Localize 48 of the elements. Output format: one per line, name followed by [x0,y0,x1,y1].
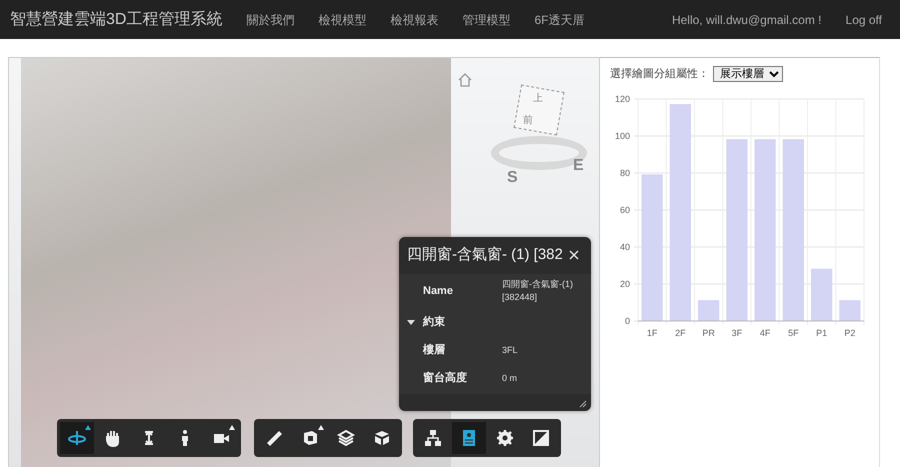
property-value: 四開窗-含氣窗-(1) [382448] [502,278,574,304]
gear-icon [495,428,515,448]
group-select[interactable]: 展示樓層 [713,66,783,82]
nav-link[interactable]: 檢視報表 [390,10,438,28]
compass-letter: E [573,156,584,176]
y-tick-label: 0 [624,316,630,326]
toolbar-button[interactable] [60,422,94,454]
property-value: 0 m [502,372,518,385]
nav-link[interactable]: 6F透天厝 [534,10,584,28]
y-tick-label: 40 [620,242,630,252]
log-off-link[interactable]: Log off [846,10,882,28]
group-label: 選擇繪圖分組屬性： [610,67,709,82]
cube-icon [372,428,392,448]
property-name: 窗台高度 [422,370,468,386]
y-tick-label: 80 [620,168,630,178]
home-icon[interactable] [457,72,473,88]
nav-link[interactable]: 檢視模型 [318,10,366,28]
x-tick-label: 3F [732,328,742,338]
model-viewer[interactable]: 上 前 S E 四開窗-含氣窗- (1) [382 Name 四開窗-含氣窗-(1) [382448] 約束 樓層 3FL 窗台高度 0 m [8,57,600,467]
toolbar-button[interactable] [452,422,486,454]
x-tick-label: 1F [646,328,658,338]
close-icon[interactable] [568,250,579,260]
fullscreen-icon [531,428,551,448]
panel-title: 四開窗-含氣窗- (1) [382 [406,245,564,265]
orbit-icon [67,428,87,448]
expand-arrow-icon[interactable] [407,318,415,326]
y-tick-label: 100 [614,130,630,140]
nav-link[interactable]: 管理模型 [462,10,510,28]
property-value: 3FL [502,344,519,357]
x-tick-label: 4F [760,328,770,338]
x-tick-label: 5F [788,328,799,338]
x-tick-label: P1 [816,328,828,338]
app-title[interactable]: 智慧營建雲端3D工程管理系統 [10,8,222,32]
property-name: 樓層 [422,342,446,358]
nav-link[interactable]: 關於我們 [246,10,294,28]
x-tick-label: P2 [844,328,856,338]
category-label[interactable]: 約束 [423,314,445,331]
user-greeting-link[interactable]: Hello, will.dwu@gmail.com ! [672,10,822,28]
x-tick-label: 2F [675,328,686,338]
compass-letter: S [507,168,518,188]
resize-handle-icon[interactable] [579,400,587,408]
y-tick-label: 120 [614,94,630,104]
y-tick-label: 20 [620,278,630,288]
x-tick-label: PR [702,328,715,338]
y-tick-label: 60 [620,204,630,214]
property-name: Name [422,284,454,299]
hierarchy-icon [423,428,443,448]
layers-icon [336,428,356,448]
